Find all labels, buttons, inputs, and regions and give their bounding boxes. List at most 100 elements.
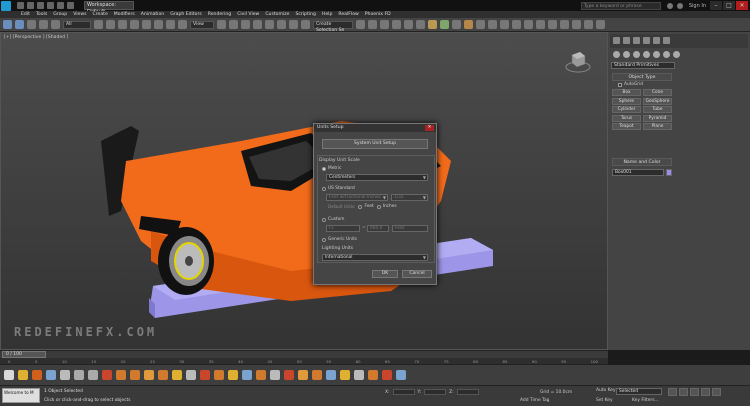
radio-icon[interactable] <box>358 204 363 209</box>
x-coordinate-field[interactable] <box>392 389 415 395</box>
radio-selected-icon[interactable] <box>322 166 326 171</box>
vray-frame-buffer-icon[interactable] <box>512 20 521 29</box>
custom-value-field[interactable]: 660.0 <box>367 225 389 232</box>
bottom-tool-icon-14[interactable] <box>228 370 238 380</box>
custom-radio[interactable]: Custom <box>322 217 344 222</box>
close-button[interactable]: ✕ <box>736 1 748 10</box>
vray-proxy-icon[interactable] <box>548 20 557 29</box>
teapot-button[interactable]: Teapot <box>612 123 641 130</box>
app-logo-icon[interactable] <box>1 0 11 11</box>
set-key-button[interactable]: Set Key <box>596 398 613 403</box>
menu-phoenix-fd[interactable]: Phoenix FD <box>362 11 394 18</box>
geosphere-button[interactable]: GeoSphere <box>643 97 672 105</box>
torus-button[interactable]: Torus <box>612 114 641 122</box>
menu-rendering[interactable]: Rendering <box>205 11 234 18</box>
create-tab-icon[interactable] <box>613 37 620 44</box>
bottom-tool-icon-26[interactable] <box>396 370 406 380</box>
pyramid-button[interactable]: Pyramid <box>643 114 672 122</box>
move-icon[interactable] <box>142 20 151 29</box>
next-frame-icon[interactable] <box>701 388 710 396</box>
dialog-close-button[interactable]: ✕ <box>425 125 434 131</box>
key-filters-button[interactable]: Key Filters... <box>632 398 659 403</box>
curve-editor-icon[interactable] <box>404 20 413 29</box>
lighting-units-select[interactable]: International ▼ <box>322 254 428 261</box>
select-by-name-icon[interactable] <box>106 20 115 29</box>
shapes-icon[interactable] <box>623 51 630 58</box>
display-tab-icon[interactable] <box>653 37 660 44</box>
menu-animation[interactable]: Animation <box>138 11 167 18</box>
radio-icon[interactable] <box>376 204 381 209</box>
menu-civil-view[interactable]: Civil View <box>234 11 262 18</box>
reference-coordinate-dropdown[interactable]: View <box>190 20 214 29</box>
help-icon[interactable] <box>676 2 683 9</box>
perspective-viewport[interactable]: [+] [Perspective ] [Shaded ] REDEFINEFX.… <box>0 32 608 350</box>
keyboard-shortcut-override-icon[interactable] <box>241 20 250 29</box>
previous-frame-icon[interactable] <box>679 388 688 396</box>
unlink-icon[interactable] <box>39 20 48 29</box>
hierarchy-tab-icon[interactable] <box>633 37 640 44</box>
redo-icon[interactable] <box>57 2 64 9</box>
bottom-tool-icon-17[interactable] <box>270 370 280 380</box>
layer-explorer-icon[interactable] <box>392 20 401 29</box>
cylinder-button[interactable]: Cylinder <box>612 106 641 113</box>
box-button[interactable]: Box <box>612 89 641 96</box>
systems-icon[interactable] <box>673 51 680 58</box>
workspace-dropdown[interactable]: Workspace: Default <box>84 1 134 15</box>
pivot-center-icon[interactable] <box>217 20 226 29</box>
bind-space-warp-icon[interactable] <box>51 20 60 29</box>
primitive-category-dropdown[interactable]: Standard Primitives <box>611 62 675 69</box>
selection-filter-dropdown[interactable]: All <box>63 20 91 29</box>
viewport-label[interactable]: [+] [Perspective ] [Shaded ] <box>4 35 68 40</box>
bottom-tool-icon-18[interactable] <box>284 370 294 380</box>
maximize-button[interactable]: □ <box>723 1 735 10</box>
menu-tools[interactable]: Tools <box>33 11 50 18</box>
lights-icon[interactable] <box>633 51 640 58</box>
bottom-tool-icon-23[interactable] <box>354 370 364 380</box>
place-icon[interactable] <box>178 20 187 29</box>
bottom-tool-icon-11[interactable] <box>186 370 196 380</box>
key-set-dropdown[interactable]: Selected <box>616 388 662 395</box>
utilities-tab-icon[interactable] <box>663 37 670 44</box>
open-file-icon[interactable] <box>27 2 34 9</box>
window-crossing-icon[interactable] <box>130 20 139 29</box>
y-coordinate-field[interactable] <box>424 389 447 395</box>
mini-listener-icon[interactable] <box>4 370 14 380</box>
scale-icon[interactable] <box>166 20 175 29</box>
geometry-icon[interactable] <box>613 51 620 58</box>
vray-light-icon[interactable] <box>524 20 533 29</box>
system-unit-setup-button[interactable]: System Unit Setup <box>322 139 428 149</box>
generic-units-radio[interactable]: Generic Units <box>322 237 357 242</box>
menu-group[interactable]: Group <box>50 11 70 18</box>
search-input[interactable]: Type a keyword or phrase <box>580 1 661 10</box>
bottom-tool-icon-2[interactable] <box>32 370 42 380</box>
menu-scripting[interactable]: Scripting <box>292 11 318 18</box>
sign-in-link[interactable]: Sign In <box>689 3 706 9</box>
go-to-end-icon[interactable] <box>712 388 721 396</box>
phoenix-icon[interactable] <box>572 20 581 29</box>
play-animation-icon[interactable] <box>690 388 699 396</box>
mirror-icon[interactable] <box>356 20 365 29</box>
go-to-start-icon[interactable] <box>668 388 677 396</box>
bottom-tool-icon-15[interactable] <box>242 370 252 380</box>
auto-key-button[interactable]: Auto Key <box>596 388 616 393</box>
bottom-tool-icon-5[interactable] <box>102 370 112 380</box>
bottom-tool-icon-19[interactable] <box>298 370 308 380</box>
track-bar[interactable]: 0 5 10 15 20 25 30 35 40 45 50 55 60 65 70 75 80 85 90 95 10… <box>0 358 608 365</box>
maxscript-listener[interactable]: Welcome to M <box>2 388 40 403</box>
menu-realflow[interactable]: RealFlow <box>335 11 361 18</box>
rendered-frame-window-icon[interactable] <box>452 20 461 29</box>
scene-explorer-icon[interactable] <box>380 20 389 29</box>
bottom-tool-icon-6[interactable] <box>116 370 126 380</box>
bottom-tool-icon-24[interactable] <box>368 370 378 380</box>
menu-edit[interactable]: Edit <box>18 11 33 18</box>
custom-name-field[interactable]: FL <box>326 225 360 232</box>
bottom-tool-icon-10[interactable] <box>172 370 182 380</box>
redo-toolbar-icon[interactable] <box>15 20 24 29</box>
metric-units-select[interactable]: Centimeters ▼ <box>326 174 428 181</box>
render-setup-icon[interactable] <box>440 20 449 29</box>
edit-named-selection-icon[interactable] <box>301 20 310 29</box>
angle-snap-icon[interactable] <box>265 20 274 29</box>
menu-help[interactable]: Help <box>319 11 335 18</box>
realflow-icon[interactable] <box>560 20 569 29</box>
spinner-snap-icon[interactable] <box>289 20 298 29</box>
